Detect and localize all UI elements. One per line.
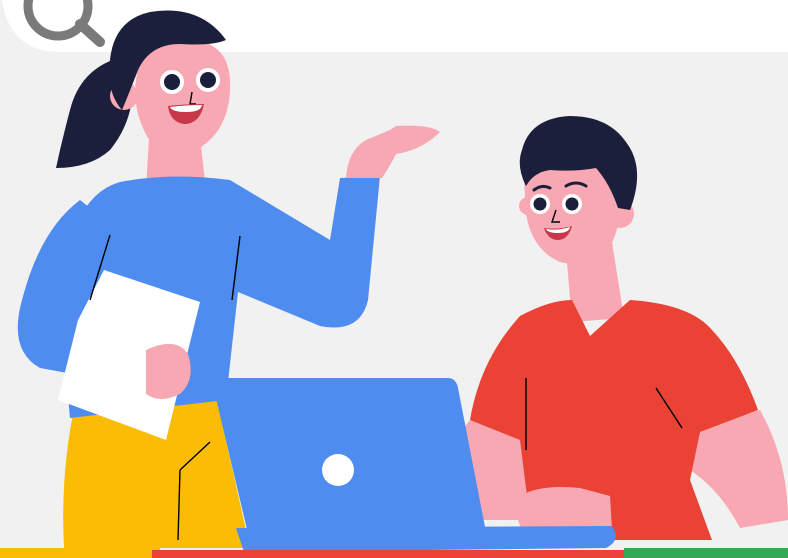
stripe-green: [624, 548, 788, 558]
illustration-svg: [0, 0, 788, 558]
woman-eye-right-pupil: [200, 72, 216, 88]
man-eye-left-pupil: [533, 197, 547, 211]
stripe-red: [152, 550, 624, 558]
stripe-yellow: [0, 548, 160, 558]
man-hands: [516, 487, 612, 532]
laptop-logo-icon: [322, 454, 354, 486]
laptop-base: [236, 526, 616, 552]
illustration-scene: [0, 0, 788, 558]
woman-eye-left-pupil: [164, 74, 180, 90]
man-eye-right-pupil: [565, 197, 579, 211]
